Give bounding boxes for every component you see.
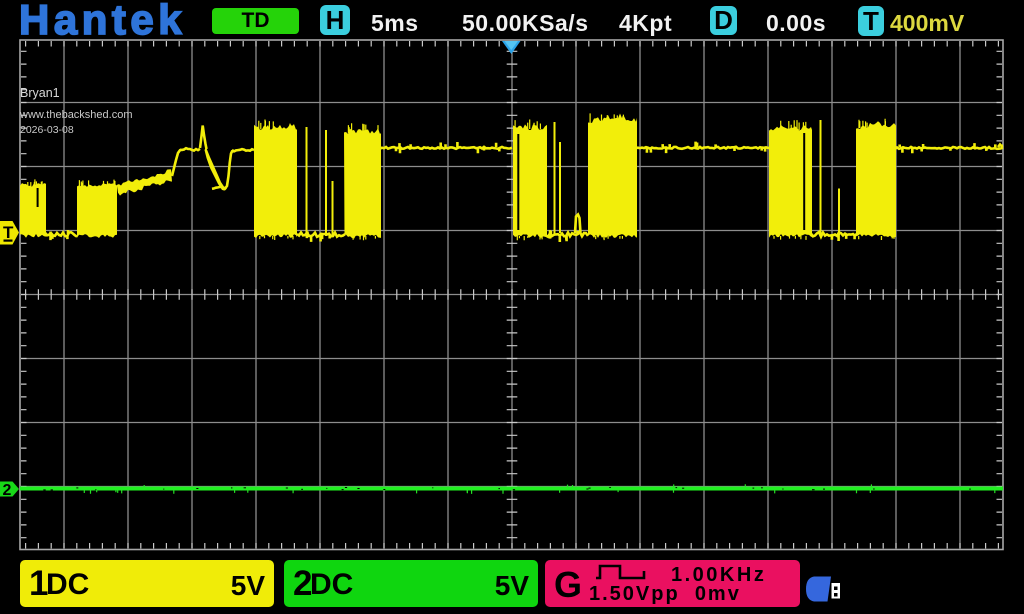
- svg-text:T: T: [3, 223, 14, 242]
- svg-text:2: 2: [3, 482, 12, 499]
